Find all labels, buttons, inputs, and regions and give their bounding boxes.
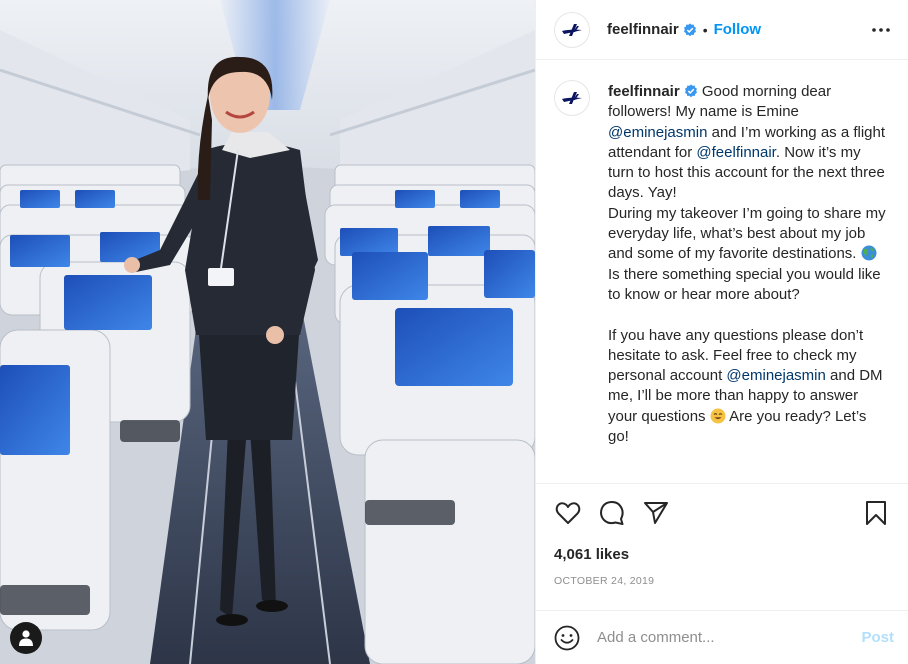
comment-bar: Post bbox=[536, 610, 908, 664]
tagged-users-button[interactable] bbox=[10, 622, 42, 654]
heart-icon bbox=[555, 502, 581, 524]
likes-count[interactable]: 4,061 likes bbox=[554, 546, 629, 563]
paper-plane-icon bbox=[644, 502, 668, 524]
finnair-logo-icon bbox=[562, 23, 582, 36]
avatar[interactable] bbox=[554, 11, 590, 48]
post-photo[interactable] bbox=[0, 0, 535, 664]
mention-link[interactable]: @eminejasmin bbox=[726, 367, 825, 384]
caption-text-run: . Now it’s my turn to host this account … bbox=[608, 143, 886, 263]
more-horizontal-icon bbox=[872, 27, 890, 32]
caption-avatar[interactable] bbox=[554, 80, 590, 116]
header-username[interactable]: feelfinnair bbox=[607, 21, 679, 38]
comment-input[interactable] bbox=[597, 629, 862, 646]
caption-username[interactable]: feelfinnair bbox=[608, 83, 680, 100]
caption-text-run: Is there something special you would lik… bbox=[608, 265, 881, 385]
cabin-photo-illustration bbox=[0, 0, 535, 664]
comment-bubble-icon bbox=[600, 501, 624, 525]
verified-badge-icon bbox=[684, 84, 697, 98]
smiling-face-emoji bbox=[710, 408, 726, 424]
caption-section: feelfinnair Good morning dear followers!… bbox=[536, 60, 908, 484]
user-icon bbox=[19, 630, 33, 646]
mention-link[interactable]: @eminejasmin bbox=[608, 124, 707, 141]
emoji-picker-icon[interactable] bbox=[554, 625, 580, 651]
finnair-logo-icon bbox=[562, 92, 582, 104]
globe-emoji bbox=[861, 245, 877, 261]
bookmark-icon bbox=[866, 501, 886, 525]
verified-badge-icon bbox=[683, 23, 696, 36]
post-details-panel: feelfinnair • Follow feelfinnair Good mo… bbox=[535, 0, 908, 664]
separator-dot: • bbox=[702, 21, 708, 38]
action-bar bbox=[552, 497, 892, 529]
post-comment-button[interactable]: Post bbox=[861, 629, 894, 646]
post-date[interactable]: OCTOBER 24, 2019 bbox=[554, 575, 654, 587]
save-button[interactable] bbox=[860, 497, 892, 529]
comment-button[interactable] bbox=[596, 497, 628, 529]
post-header: feelfinnair • Follow bbox=[536, 0, 908, 60]
follow-button[interactable]: Follow bbox=[714, 21, 762, 38]
caption-text: feelfinnair Good morning dear followers!… bbox=[608, 82, 890, 483]
mention-link[interactable]: @feelfinnair bbox=[696, 144, 775, 161]
share-button[interactable] bbox=[640, 497, 672, 529]
caption-body: Good morning dear followers! My name is … bbox=[608, 83, 890, 445]
like-button[interactable] bbox=[552, 497, 584, 529]
more-options-button[interactable] bbox=[870, 20, 892, 40]
